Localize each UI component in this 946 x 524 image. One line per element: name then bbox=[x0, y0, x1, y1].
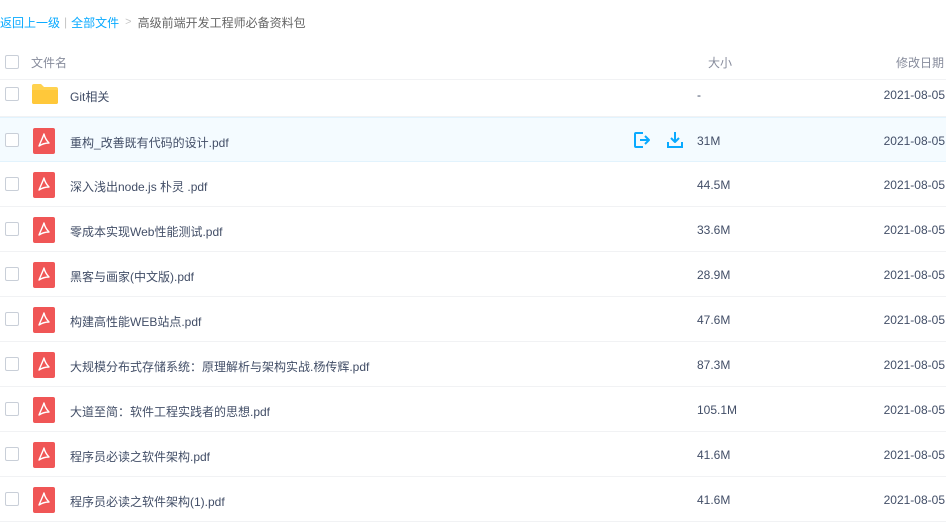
share-icon[interactable] bbox=[632, 130, 652, 150]
download-icon[interactable] bbox=[665, 130, 685, 150]
row-checkbox[interactable] bbox=[5, 177, 19, 191]
row-checkbox[interactable] bbox=[5, 87, 19, 101]
row-actions bbox=[632, 130, 685, 150]
header-name[interactable]: 文件名 bbox=[31, 54, 67, 71]
pdf-icon bbox=[32, 442, 58, 468]
file-name[interactable]: 零成本实现Web性能测试.pdf bbox=[70, 223, 222, 240]
row-checkbox[interactable] bbox=[5, 133, 19, 147]
current-folder: 高级前端开发工程师必备资料包 bbox=[137, 15, 306, 30]
file-name[interactable]: 大道至简：软件工程实践者的思想.pdf bbox=[70, 403, 270, 420]
file-date: 2021-08-05 bbox=[883, 223, 945, 237]
file-date: 2021-08-05 bbox=[883, 313, 945, 327]
row-checkbox[interactable] bbox=[5, 357, 19, 371]
header-size[interactable]: 大小 bbox=[708, 54, 732, 71]
file-date: 2021-08-05 bbox=[883, 88, 945, 102]
file-name[interactable]: 重构_改善既有代码的设计.pdf bbox=[70, 134, 229, 151]
file-row[interactable]: 程序员必读之软件架构.pdf 41.6M 2021-08-05 bbox=[0, 432, 946, 477]
file-name[interactable]: 黑客与画家(中文版).pdf bbox=[70, 268, 194, 285]
pdf-icon bbox=[32, 172, 58, 198]
header-date[interactable]: 修改日期 bbox=[896, 54, 944, 71]
file-browser: 返回上一级 | 全部文件 > 高级前端开发工程师必备资料包 文件名 大小 修改日… bbox=[0, 0, 946, 524]
file-name[interactable]: 程序员必读之软件架构(1).pdf bbox=[70, 493, 225, 510]
pdf-icon bbox=[32, 262, 58, 288]
pdf-icon bbox=[32, 217, 58, 243]
file-row[interactable]: 零成本实现Web性能测试.pdf 33.6M 2021-08-05 bbox=[0, 207, 946, 252]
file-date: 2021-08-05 bbox=[883, 178, 945, 192]
file-name[interactable]: 程序员必读之软件架构.pdf bbox=[70, 448, 210, 465]
pdf-icon bbox=[32, 128, 58, 154]
breadcrumb: 返回上一级 | 全部文件 > 高级前端开发工程师必备资料包 bbox=[0, 14, 306, 30]
breadcrumb-separator: | bbox=[64, 15, 68, 29]
file-row[interactable]: 大道至简：软件工程实践者的思想.pdf 105.1M 2021-08-05 bbox=[0, 387, 946, 432]
file-size: - bbox=[697, 88, 701, 102]
file-size: 41.6M bbox=[697, 448, 731, 462]
file-size: 28.9M bbox=[697, 268, 731, 282]
file-date: 2021-08-05 bbox=[883, 358, 945, 372]
file-size: 87.3M bbox=[697, 358, 731, 372]
file-list: Git相关 - 2021-08-05 重构_改善既有代码的设计.pdf 31M 2021-… bbox=[0, 72, 946, 522]
pdf-icon bbox=[32, 397, 58, 423]
file-row[interactable]: 大规模分布式存储系统：原理解析与架构实战.杨传辉.pdf 87.3M 2021-08… bbox=[0, 342, 946, 387]
select-all-checkbox[interactable] bbox=[5, 55, 19, 69]
file-size: 31M bbox=[697, 134, 721, 148]
file-name[interactable]: 大规模分布式存储系统：原理解析与架构实战.杨传辉.pdf bbox=[70, 358, 369, 375]
folder-icon bbox=[31, 83, 59, 105]
pdf-icon bbox=[32, 352, 58, 378]
pdf-icon bbox=[32, 307, 58, 333]
row-checkbox[interactable] bbox=[5, 492, 19, 506]
file-date: 2021-08-05 bbox=[883, 268, 945, 282]
file-date: 2021-08-05 bbox=[883, 403, 945, 417]
file-row[interactable]: 黑客与画家(中文版).pdf 28.9M 2021-08-05 bbox=[0, 252, 946, 297]
pdf-icon bbox=[32, 487, 58, 513]
back-link[interactable]: 返回上一级 bbox=[0, 14, 60, 31]
file-row[interactable]: 深入浅出node.js 朴灵 .pdf 44.5M 2021-08-05 bbox=[0, 162, 946, 207]
file-name[interactable]: 构建高性能WEB站点.pdf bbox=[70, 313, 201, 330]
row-checkbox[interactable] bbox=[5, 312, 19, 326]
row-checkbox[interactable] bbox=[5, 402, 19, 416]
file-size: 44.5M bbox=[697, 178, 731, 192]
row-checkbox[interactable] bbox=[5, 267, 19, 281]
all-files-link[interactable]: 全部文件 bbox=[71, 14, 119, 31]
file-size: 47.6M bbox=[697, 313, 731, 327]
file-name[interactable]: Git相关 bbox=[70, 88, 109, 105]
file-date: 2021-08-05 bbox=[883, 448, 945, 462]
file-row[interactable]: 构建高性能WEB站点.pdf 47.6M 2021-08-05 bbox=[0, 297, 946, 342]
file-size: 41.6M bbox=[697, 493, 731, 507]
file-date: 2021-08-05 bbox=[883, 134, 945, 148]
file-date: 2021-08-05 bbox=[883, 493, 945, 507]
row-checkbox[interactable] bbox=[5, 222, 19, 236]
file-size: 33.6M bbox=[697, 223, 731, 237]
file-size: 105.1M bbox=[697, 403, 738, 417]
file-row[interactable]: 重构_改善既有代码的设计.pdf 31M 2021-08-05 bbox=[0, 117, 946, 162]
file-row[interactable]: Git相关 - 2021-08-05 bbox=[0, 72, 946, 117]
file-row[interactable]: 程序员必读之软件架构(1).pdf 41.6M 2021-08-05 bbox=[0, 477, 946, 522]
breadcrumb-arrow: > bbox=[125, 16, 132, 28]
file-name[interactable]: 深入浅出node.js 朴灵 .pdf bbox=[70, 178, 207, 195]
row-checkbox[interactable] bbox=[5, 447, 19, 461]
